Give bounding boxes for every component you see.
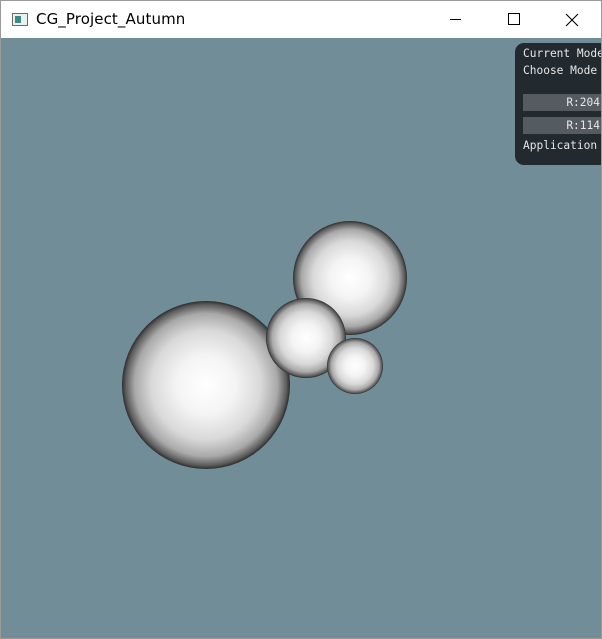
choose-mode-label: Choose Mode [523,64,598,77]
render-viewport[interactable]: Current Mode Choose Mode R:204 R:114 App… [1,38,601,638]
application-label: Application [523,139,598,152]
minimize-icon [450,19,461,20]
app-window-icon [12,13,28,26]
large-sphere [122,301,290,469]
minimize-button[interactable] [427,1,485,38]
close-icon [565,13,579,27]
color-slider-1[interactable]: R:204 [523,94,601,111]
app-window: CG_Project_Autumn Current Mode Choose Mo… [0,0,602,639]
small-sphere [327,338,383,394]
window-title: CG_Project_Autumn [36,10,186,28]
maximize-icon [508,13,520,25]
close-button[interactable] [543,1,601,38]
maximize-button[interactable] [485,1,543,38]
imgui-panel[interactable]: Current Mode Choose Mode R:204 R:114 App… [515,43,601,165]
title-bar[interactable]: CG_Project_Autumn [1,1,601,38]
color-slider-2[interactable]: R:114 [523,117,601,134]
current-mode-label: Current Mode [523,47,601,60]
